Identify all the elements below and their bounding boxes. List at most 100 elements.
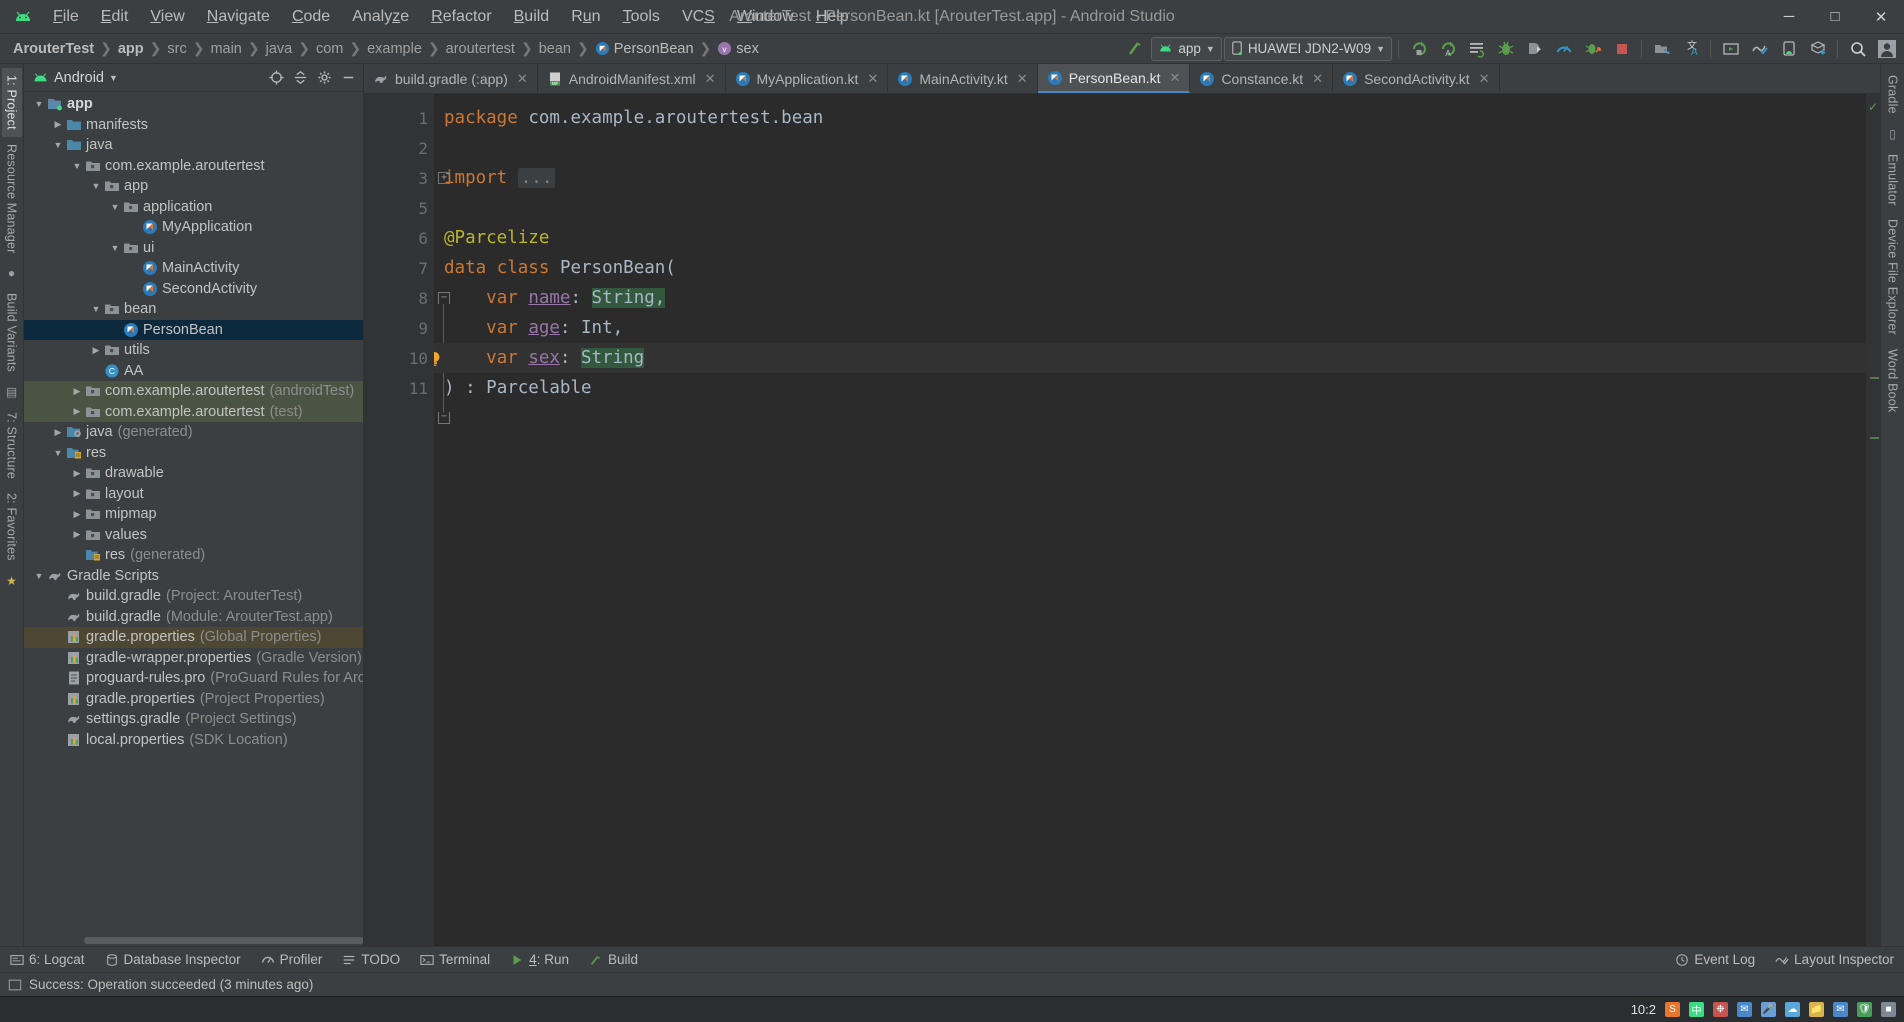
chevron-down-icon[interactable]: ▼	[109, 73, 118, 83]
tree-node-java[interactable]: ▼ java	[24, 135, 363, 156]
menu-item-build[interactable]: Build	[503, 5, 561, 29]
tool-window-run[interactable]: 4: Run	[500, 947, 579, 972]
debug-icon[interactable]	[1492, 37, 1519, 61]
error-stripe-markers[interactable]: ✓	[1866, 94, 1880, 946]
sidebar-item-structure[interactable]: 7: Structure	[2, 405, 22, 486]
line-number-11[interactable]: 11	[364, 373, 434, 403]
menu-item-tools[interactable]: Tools	[612, 5, 671, 29]
chevron-down-icon[interactable]: ▼	[51, 140, 65, 150]
sdk-manager-icon[interactable]	[1648, 37, 1675, 61]
breadcrumb-item-7[interactable]: aroutertest	[441, 39, 520, 59]
breadcrumb-item-4[interactable]: java	[261, 39, 298, 59]
close-icon[interactable]: ✕	[867, 71, 878, 87]
tree-node-app[interactable]: ▼ app	[24, 94, 363, 115]
run-icon[interactable]	[1405, 37, 1432, 61]
target-icon[interactable]	[265, 67, 287, 89]
inspection-ok-icon[interactable]: ✓	[1868, 100, 1878, 114]
breadcrumb-item-5[interactable]: com	[311, 39, 348, 59]
tree-node-settings-gradle[interactable]: settings.gradle (Project Settings)	[24, 709, 363, 730]
close-icon[interactable]: ✕	[705, 71, 716, 87]
chevron-right-icon[interactable]: ▶	[89, 345, 103, 356]
gear-icon[interactable]	[313, 67, 335, 89]
line-number-6[interactable]: 6	[364, 223, 434, 253]
menu-item-refactor[interactable]: Refactor	[420, 5, 502, 29]
editor-tab-androidmanifest-xml[interactable]: MF AndroidManifest.xml ✕	[538, 64, 726, 93]
tree-node-local-properties[interactable]: local.properties (SDK Location)	[24, 730, 363, 751]
tree-node-bean[interactable]: ▼ bean	[24, 299, 363, 320]
code-content[interactable]: + − − package com.example.aroutertest.be…	[434, 94, 1866, 946]
logcat-icon[interactable]	[1717, 37, 1744, 61]
search-icon[interactable]	[1844, 37, 1871, 61]
lightbulb-icon[interactable]	[434, 350, 443, 369]
cloud-icon[interactable]: ☁	[1785, 1002, 1800, 1017]
tree-node-aa[interactable]: C AA	[24, 361, 363, 382]
chevron-down-icon[interactable]: ▼	[89, 181, 103, 191]
sidebar-item-project[interactable]: 1: Project	[1, 68, 22, 137]
chevron-down-icon[interactable]: ▼	[108, 202, 122, 212]
tool-window-layout-inspector[interactable]: Layout Inspector	[1765, 952, 1904, 967]
run-configuration-selector[interactable]: app ▼	[1151, 36, 1222, 61]
chevron-down-icon[interactable]: ▼	[51, 448, 65, 458]
breadcrumb-item-9[interactable]: PersonBean	[590, 39, 699, 59]
chevron-right-icon[interactable]: ▶	[70, 488, 84, 499]
mail-icon[interactable]: ✉	[1833, 1002, 1848, 1017]
tree-node-proguard-rules-pro[interactable]: proguard-rules.pro (ProGuard Rules for Ar…	[24, 668, 363, 689]
tree-node-myapplication[interactable]: MyApplication	[24, 217, 363, 238]
tool-window-profiler[interactable]: Profiler	[251, 947, 333, 972]
sidebar-item-emulator[interactable]: Emulator	[1883, 147, 1903, 213]
close-icon[interactable]: ✕	[1479, 71, 1490, 87]
tree-node-gradle-properties[interactable]: gradle.properties (Global Properties)	[24, 627, 363, 648]
tree-node-com-example-aroutertest[interactable]: ▼ com.example.aroutertest	[24, 156, 363, 177]
hide-panel-icon[interactable]	[337, 67, 359, 89]
sidebar-item-build-variants[interactable]: Build Variants	[2, 286, 22, 379]
avd-manager-icon[interactable]	[1775, 37, 1802, 61]
ime-icon[interactable]: 中	[1689, 1002, 1704, 1017]
line-number-2[interactable]: 2	[364, 133, 434, 163]
chevron-right-icon[interactable]: ▶	[70, 386, 84, 397]
tree-node-mipmap[interactable]: ▶ mipmap	[24, 504, 363, 525]
menu-item-analyze[interactable]: Analyze	[341, 5, 420, 29]
tree-node-res[interactable]: ▼ res	[24, 443, 363, 464]
line-number-3[interactable]: 3	[364, 163, 434, 193]
sidebar-item-resource-manager[interactable]: Resource Manager	[2, 137, 22, 261]
sidebar-item-favorites[interactable]: 2: Favorites	[2, 486, 22, 568]
menu-item-vcs[interactable]: VCS	[671, 5, 726, 29]
line-number-9[interactable]: 9	[364, 313, 434, 343]
tree-node-application[interactable]: ▼ application	[24, 197, 363, 218]
tool-window-todo[interactable]: TODO	[332, 947, 410, 972]
fold-collapse-end-icon[interactable]: −	[438, 412, 450, 424]
close-icon[interactable]: ✕	[517, 71, 528, 87]
tree-node-java[interactable]: ▶ java (generated)	[24, 422, 363, 443]
menu-item-navigate[interactable]: Navigate	[196, 5, 281, 29]
breadcrumb-item-0[interactable]: ArouterTest	[8, 39, 99, 59]
tree-node-com-example-aroutertest[interactable]: ▶ com.example.aroutertest (androidTest)	[24, 381, 363, 402]
translate-icon[interactable]: 文A	[1677, 37, 1704, 61]
device-selector[interactable]: HUAWEI JDN2-W09 ▼	[1223, 36, 1392, 61]
make-project-icon[interactable]	[1122, 37, 1149, 61]
project-view-selector-label[interactable]: Android	[54, 70, 104, 86]
layout-inspector-icon[interactable]	[1746, 37, 1773, 61]
tree-node-build-gradle[interactable]: build.gradle (Project: ArouterTest)	[24, 586, 363, 607]
line-number-gutter[interactable]: 123567R891011	[364, 94, 454, 946]
maximize-button[interactable]: □	[1812, 0, 1858, 34]
marker-line-8[interactable]	[1870, 377, 1879, 379]
breadcrumb-item-6[interactable]: example	[362, 39, 427, 59]
profiler-icon[interactable]	[1550, 37, 1577, 61]
horizontal-scrollbar[interactable]	[84, 937, 363, 944]
mic-icon[interactable]: 🎤	[1761, 1002, 1776, 1017]
tree-node-gradle-properties[interactable]: gradle.properties (Project Properties)	[24, 689, 363, 710]
menu-item-window[interactable]: Window	[726, 5, 805, 29]
run-with-coverage-icon[interactable]: A	[1434, 37, 1461, 61]
debug-attach-process-icon[interactable]	[1579, 37, 1606, 61]
marker-line-10[interactable]	[1870, 437, 1879, 439]
sidebar-item-word-book[interactable]: Word Book	[1883, 342, 1903, 419]
editor-tab-build-gradle---app-[interactable]: build.gradle (:app) ✕	[364, 64, 538, 93]
tree-node-build-gradle[interactable]: build.gradle (Module: ArouterTest.app)	[24, 607, 363, 628]
line-number-10[interactable]: 10	[364, 343, 434, 373]
editor-tab-personbean-kt[interactable]: PersonBean.kt ✕	[1037, 64, 1191, 93]
account-icon[interactable]	[1873, 37, 1900, 61]
tree-node-com-example-aroutertest[interactable]: ▶ com.example.aroutertest (test)	[24, 401, 363, 422]
line-number-5[interactable]: 5	[364, 193, 434, 223]
menu-item-file[interactable]: FFileile	[42, 5, 90, 29]
chevron-right-icon[interactable]: ▶	[70, 468, 84, 479]
